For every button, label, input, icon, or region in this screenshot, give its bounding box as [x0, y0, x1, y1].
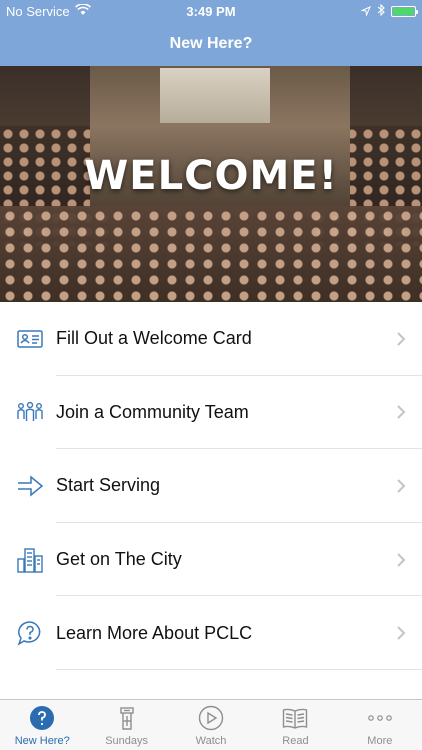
- tab-read[interactable]: Read: [253, 700, 337, 750]
- welcome-hero-image: WELCOME!: [0, 66, 422, 302]
- tab-label: Read: [282, 735, 309, 747]
- tab-new-here[interactable]: New Here?: [0, 700, 84, 750]
- arrow-right-icon: [16, 472, 44, 500]
- more-dots-icon: [367, 705, 393, 731]
- people-group-icon: [16, 398, 44, 426]
- chevron-right-icon: [396, 552, 406, 567]
- status-bar: No Service 3:49 PM: [0, 0, 422, 22]
- row-divider: [56, 668, 422, 670]
- chevron-right-icon: [396, 332, 406, 346]
- tab-label: Sundays: [105, 735, 149, 747]
- hero-headline: WELCOME!: [84, 153, 338, 199]
- tab-more[interactable]: More: [338, 700, 422, 750]
- book-icon: [282, 705, 308, 731]
- tab-watch[interactable]: Watch: [169, 700, 253, 750]
- stage-screen: [160, 68, 270, 123]
- play-circle-icon: [198, 705, 224, 731]
- city-buildings-icon: [16, 546, 44, 574]
- tab-bar: New Here? Sundays Watch Read More: [0, 699, 422, 750]
- chevron-right-icon: [396, 479, 406, 493]
- navigation-bar: New Here?: [0, 22, 422, 66]
- menu-item-community-team[interactable]: Join a Community Team: [0, 376, 422, 450]
- location-arrow-icon: [360, 4, 371, 19]
- page-title: New Here?: [169, 35, 253, 52]
- question-bubble-icon: [16, 619, 44, 647]
- menu-item-label: Get on The City: [56, 549, 182, 570]
- battery-icon: [391, 5, 418, 17]
- tab-sundays[interactable]: Sundays: [84, 700, 168, 750]
- menu-item-label: Join a Community Team: [56, 401, 249, 422]
- audience-front: [0, 206, 422, 302]
- tab-label: Watch: [195, 735, 227, 747]
- menu-item-welcome-card[interactable]: Fill Out a Welcome Card: [0, 302, 422, 376]
- bluetooth-icon: [377, 3, 385, 19]
- tab-label: More: [367, 735, 393, 747]
- pulpit-icon: [114, 705, 140, 731]
- tab-label: New Here?: [14, 735, 70, 747]
- menu-item-the-city[interactable]: Get on The City: [0, 523, 422, 597]
- question-circle-icon: [29, 705, 55, 731]
- wifi-icon: [74, 2, 91, 19]
- menu-item-label: Fill Out a Welcome Card: [56, 328, 252, 349]
- menu-item-label: Start Serving: [56, 475, 161, 496]
- carrier-label: No Service: [6, 3, 70, 19]
- chevron-right-icon: [396, 626, 406, 640]
- menu-item-label: Learn More About PCLC: [56, 622, 253, 643]
- menu-item-start-serving[interactable]: Start Serving: [0, 449, 422, 523]
- menu-item-learn-more[interactable]: Learn More About PCLC: [0, 596, 422, 670]
- welcome-menu: Fill Out a Welcome Card Join a Community…: [0, 302, 422, 670]
- id-card-icon: [16, 325, 44, 353]
- chevron-right-icon: [396, 405, 406, 420]
